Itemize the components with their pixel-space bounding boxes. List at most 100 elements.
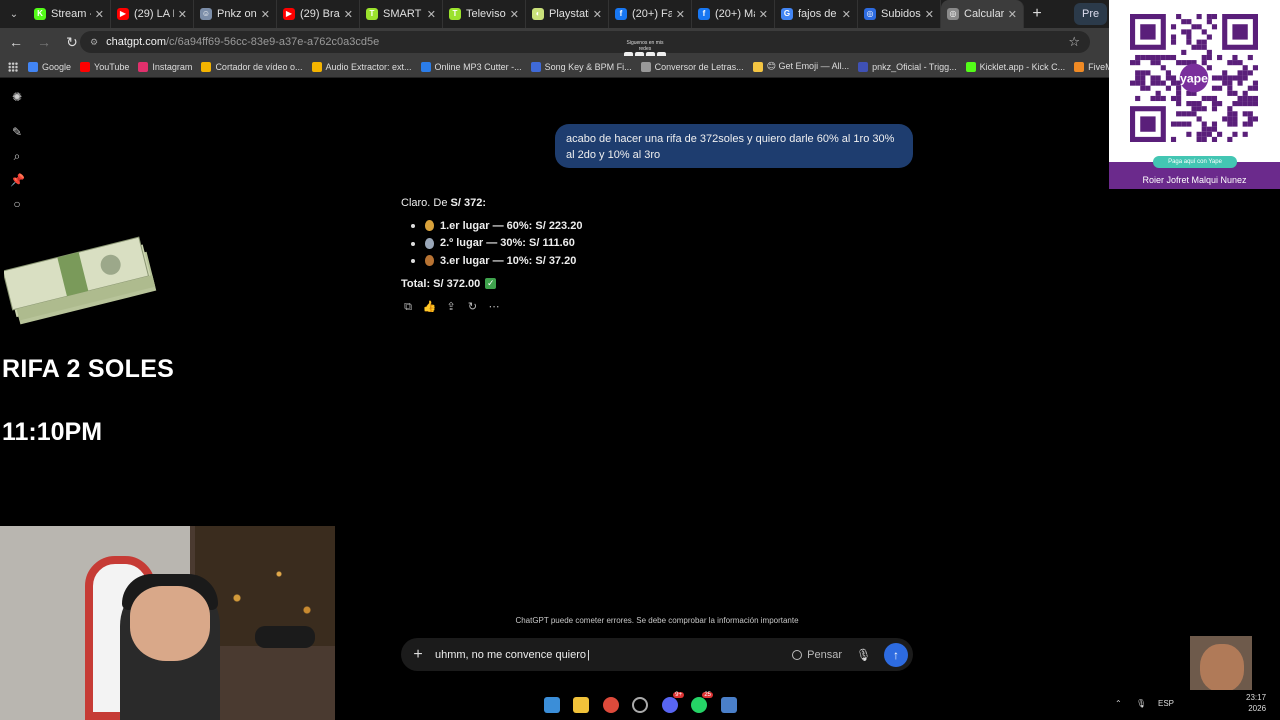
- close-icon[interactable]: ✕: [261, 8, 270, 21]
- close-icon[interactable]: ✕: [344, 8, 353, 21]
- bookmark-item[interactable]: Google: [28, 61, 71, 72]
- tray-mic-icon[interactable]: 🎙: [1136, 699, 1146, 708]
- social-overlay: Siguenos en mis redes: [620, 40, 670, 60]
- close-icon[interactable]: ✕: [95, 8, 104, 21]
- discord-icon[interactable]: 9+: [662, 692, 684, 713]
- close-icon[interactable]: ✕: [510, 8, 519, 21]
- chat-input[interactable]: uhmm, no me convence quiero: [435, 649, 792, 661]
- tab-3[interactable]: ▶ (29) Brasil ✕: [277, 0, 360, 28]
- bookmark-favicon-icon: [28, 61, 38, 72]
- close-icon[interactable]: ✕: [427, 8, 436, 21]
- chrome-icon[interactable]: [603, 697, 619, 713]
- bookmark-item[interactable]: Audio Extractor: ext...: [311, 61, 412, 72]
- clock-date: 2026: [1248, 704, 1267, 713]
- tab-11[interactable]: ◎ Calcular p ✕: [941, 0, 1024, 28]
- prize-third: 3.er lugar — 10%: S/ 37.20: [440, 254, 577, 267]
- total-line: Total: S/ 372.00 ✓: [401, 278, 582, 290]
- tab-9[interactable]: Gfajos de d ✕: [775, 0, 858, 28]
- tab-10[interactable]: ◎ Subidos ✕: [858, 0, 941, 28]
- send-button[interactable]: ↑: [884, 642, 908, 667]
- tray-chevron-icon[interactable]: ⌃: [1115, 699, 1122, 708]
- chat-composer[interactable]: + uhmm, no me convence quiero Pensar 🎙 ↑: [401, 638, 913, 671]
- tab-favicon-icon: ▶: [283, 8, 295, 20]
- back-icon[interactable]: ←: [4, 34, 28, 50]
- search-icon[interactable]: ⌕: [10, 149, 24, 163]
- tab-title: SMART TV: [383, 8, 423, 20]
- bookmark-item[interactable]: Cortador de vídeo o...: [201, 61, 303, 72]
- list-item: 2.º lugar — 30%: S/ 111.60: [411, 235, 582, 253]
- file-explorer-icon[interactable]: [573, 697, 589, 713]
- bookmark-favicon-icon: [420, 61, 431, 72]
- clock-time: 23:17: [1246, 693, 1267, 702]
- tab-search-icon[interactable]: ⌄: [0, 0, 28, 28]
- feedback-icon[interactable]: 👍: [423, 300, 437, 314]
- close-icon[interactable]: ✕: [842, 8, 851, 21]
- bookmark-item[interactable]: Instagram: [138, 61, 192, 72]
- bookmark-item[interactable]: Kicklet.app - Kick C...: [965, 61, 1065, 72]
- bookmarks-bar: Google YouTube Instagram Cortador de vídeo …: [0, 56, 1280, 78]
- bookmark-item[interactable]: Song Key & BPM Fi...: [530, 61, 632, 72]
- tab-title: Televisor: [466, 8, 506, 20]
- tab-title: fajos de d: [798, 8, 838, 20]
- close-icon[interactable]: ✕: [676, 8, 685, 21]
- tab-title: (29) LA FI: [134, 8, 174, 20]
- answer-intro-amount: S/ 372:: [450, 197, 486, 209]
- close-icon[interactable]: ✕: [759, 8, 768, 21]
- bookmark-label: pnkz_Oficial - Trigg...: [872, 61, 957, 72]
- bookmark-item[interactable]: Online MP3 Cutter -...: [420, 61, 522, 72]
- tab-2[interactable]: ☺ Pnkz on X ✕: [194, 0, 277, 28]
- share-icon[interactable]: ⇪: [444, 300, 458, 314]
- copy-icon[interactable]: ⧉: [401, 300, 415, 314]
- close-icon[interactable]: ✕: [925, 8, 934, 21]
- bookmark-item[interactable]: YouTube: [80, 61, 129, 72]
- obs-icon[interactable]: [632, 697, 648, 713]
- add-attachment-icon[interactable]: +: [401, 646, 435, 664]
- money-stack-image: [4, 236, 157, 325]
- think-label: Pensar: [807, 648, 842, 661]
- bronze-medal-icon: [425, 255, 434, 267]
- tab-8[interactable]: f (20+) Ma ✕: [692, 0, 775, 28]
- close-icon[interactable]: ✕: [593, 8, 602, 21]
- language-indicator[interactable]: ESP: [1158, 699, 1174, 708]
- calculator-icon[interactable]: [721, 697, 737, 713]
- new-tab-button[interactable]: +: [1024, 5, 1050, 23]
- tab-strip: ⌄ K Stream - K ✕ ▶ (29) LA FI ✕ ☺ Pnkz on X ✕ ▶ (2…: [0, 0, 1280, 28]
- apps-grid-icon[interactable]: [8, 61, 18, 72]
- tab-4[interactable]: T SMART TV ✕: [360, 0, 443, 28]
- site-info-icon[interactable]: ⚙: [90, 37, 98, 48]
- tab-favicon-icon: ☺: [200, 8, 212, 20]
- regenerate-icon[interactable]: ↻: [466, 300, 480, 314]
- silver-medal-icon: [425, 237, 434, 249]
- bookmark-favicon-icon: [80, 61, 91, 72]
- chat-bubble-icon[interactable]: ○: [10, 197, 24, 211]
- pin-icon[interactable]: 📌: [10, 173, 25, 187]
- bookmark-list: Google YouTube Instagram Cortador de vídeo …: [28, 61, 1180, 72]
- microphone-icon[interactable]: 🎙: [856, 648, 871, 662]
- think-toggle[interactable]: Pensar: [792, 649, 842, 661]
- bookmark-favicon-icon: [640, 61, 651, 72]
- bookmark-item[interactable]: Conversor de Letras...: [640, 61, 744, 72]
- bookmark-star-icon[interactable]: ☆: [1068, 34, 1080, 50]
- bookmark-label: 😊 Get Emoji — All...: [766, 61, 850, 71]
- bookmark-label: Song Key & BPM Fi...: [544, 61, 632, 72]
- tab-5[interactable]: T Televisor ✕: [443, 0, 526, 28]
- whatsapp-icon[interactable]: 25: [691, 692, 713, 713]
- bookmark-item[interactable]: pnkz_Oficial - Trigg...: [858, 61, 957, 72]
- tab-favicon-icon: G: [781, 8, 793, 20]
- tab-0[interactable]: K Stream - K ✕: [28, 0, 111, 28]
- new-chat-icon[interactable]: ✎: [10, 125, 24, 139]
- openai-logo-icon[interactable]: ✺: [10, 90, 24, 104]
- social-overlay-label: Siguenos en mis redes: [626, 40, 664, 52]
- tab-1[interactable]: ▶ (29) LA FI ✕: [111, 0, 194, 28]
- bookmark-item[interactable]: 😊 Get Emoji — All...: [752, 61, 850, 72]
- close-icon[interactable]: ✕: [1008, 8, 1017, 21]
- windows-start-icon[interactable]: [544, 697, 560, 713]
- tab-6[interactable]: ◐ Playstation ✕: [526, 0, 609, 28]
- tab-7[interactable]: f (20+) Face ✕: [609, 0, 692, 28]
- extra-tab[interactable]: Pre: [1074, 3, 1108, 25]
- more-options-icon[interactable]: ⋯: [487, 300, 501, 314]
- address-bar[interactable]: ⚙ chatgpt.com/c/6a94ff69-56cc-83e9-a37e-…: [80, 31, 1090, 53]
- clock[interactable]: 23:17 2026: [1246, 692, 1266, 714]
- forward-icon[interactable]: →: [32, 34, 56, 50]
- close-icon[interactable]: ✕: [178, 8, 187, 21]
